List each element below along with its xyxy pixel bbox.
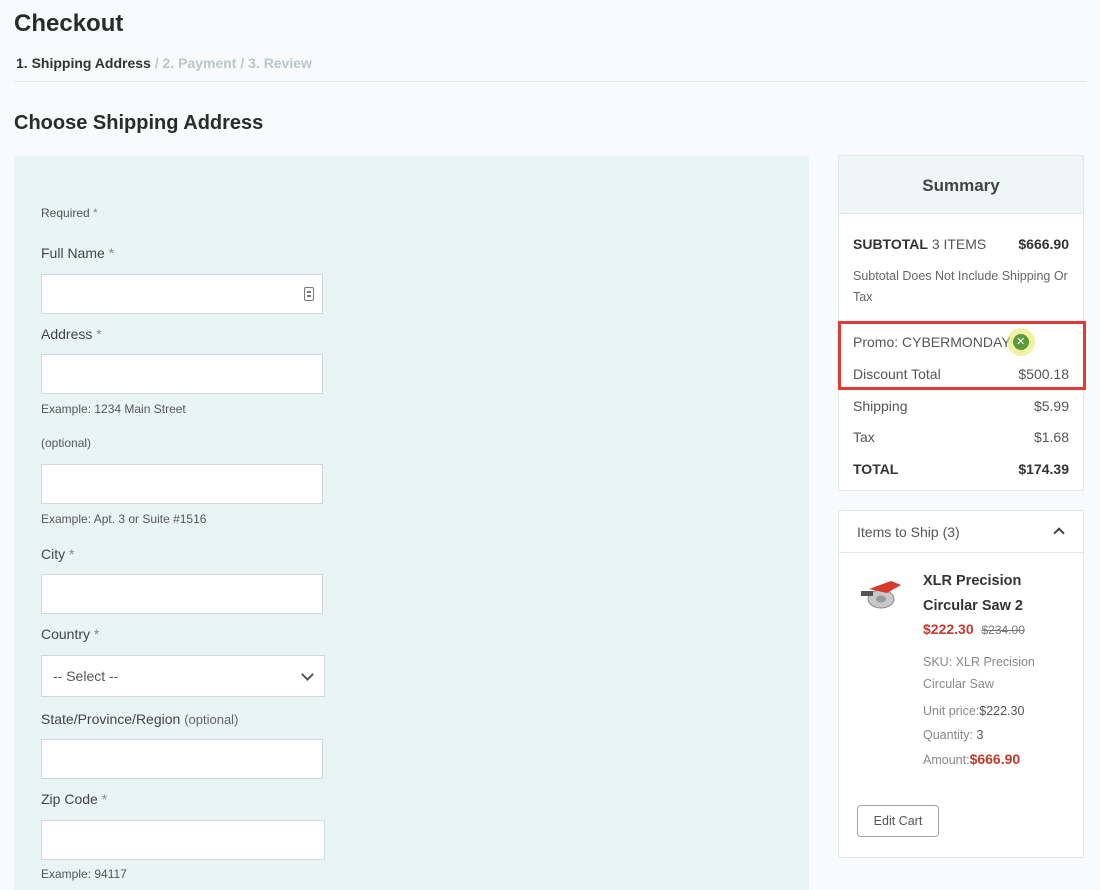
sale-price: $222.30	[923, 621, 974, 637]
page-title: Checkout	[14, 10, 124, 37]
zip-label: Zip Code *	[41, 791, 108, 807]
items-header[interactable]: Items to Ship (3)	[839, 511, 1083, 553]
tax-label: Tax	[853, 429, 875, 445]
total-row: TOTAL $174.39	[853, 461, 1069, 477]
total-value: $174.39	[1018, 461, 1069, 477]
shipping-form: Required * Full Name * Address * Example…	[14, 156, 809, 890]
items-to-ship: Items to Ship (3) XLR Precision Circular…	[838, 510, 1084, 858]
subtotal-label: SUBTOTAL	[853, 236, 928, 252]
subtotal-value: $666.90	[1018, 236, 1069, 252]
subtotal-note: Subtotal Does Not Include Shipping Or Ta…	[853, 269, 1068, 304]
shipping-label: Shipping	[853, 398, 908, 414]
subtotal-items: 3 ITEMS	[931, 236, 987, 252]
edit-cart-button[interactable]: Edit Cart	[857, 805, 939, 837]
unit-price: Unit price:$222.30	[923, 704, 1025, 718]
zip-hint: Example: 94117	[41, 867, 127, 881]
product-sku: SKU: XLR Precision Circular Saw	[923, 655, 1035, 691]
zip-input[interactable]	[41, 820, 325, 860]
summary-title: Summary	[839, 156, 1083, 214]
full-name-input[interactable]	[41, 274, 323, 314]
address2-label: (optional)	[41, 436, 92, 450]
amount: Amount:$666.90	[923, 751, 1021, 767]
required-note: Required *	[41, 206, 98, 220]
step-separator: /	[154, 55, 159, 71]
chevron-up-icon[interactable]	[1053, 527, 1065, 539]
city-input[interactable]	[41, 574, 323, 614]
step-review[interactable]: 3. Review	[248, 55, 312, 71]
country-select[interactable]: -- Select --	[41, 655, 325, 697]
step-payment[interactable]: 2. Payment	[163, 55, 237, 71]
state-input[interactable]	[41, 739, 323, 779]
contact-card-icon[interactable]	[304, 287, 314, 301]
items-header-label: Items to Ship (3)	[857, 524, 960, 540]
quantity: Quantity: 3	[923, 728, 984, 742]
header-divider	[14, 81, 1086, 82]
product-price: $222.30 $234.00	[923, 621, 1025, 637]
full-name-label: Full Name *	[41, 245, 115, 261]
tax-row: Tax $1.68	[853, 429, 1069, 445]
shipping-value: $5.99	[1033, 398, 1069, 414]
original-price: $234.00	[981, 623, 1025, 637]
step-separator: /	[240, 55, 245, 71]
checkout-steps: 1. Shipping Address / 2. Payment / 3. Re…	[16, 55, 312, 71]
promo-highlight-box	[838, 321, 1086, 390]
section-title: Choose Shipping Address	[14, 112, 264, 134]
country-label: Country *	[41, 626, 100, 642]
state-label: State/Province/Region (optional)	[41, 711, 239, 727]
address-input[interactable]	[41, 354, 323, 394]
address2-hint: Example: Apt. 3 or Suite #1516	[41, 512, 207, 526]
step-shipping-address[interactable]: 1. Shipping Address	[16, 55, 151, 71]
address-hint: Example: 1234 Main Street	[41, 402, 186, 416]
chevron-down-icon	[301, 668, 314, 681]
total-label: TOTAL	[853, 461, 899, 477]
address-label: Address *	[41, 326, 102, 342]
country-selected-value: -- Select --	[53, 668, 119, 684]
product-thumbnail	[861, 581, 901, 609]
shipping-row: Shipping $5.99	[853, 398, 1069, 414]
subtotal-row: SUBTOTAL 3 ITEMS $666.90	[853, 236, 1069, 252]
tax-value: $1.68	[1033, 429, 1069, 445]
city-label: City *	[41, 546, 75, 562]
address2-input[interactable]	[41, 464, 323, 504]
product-name[interactable]: XLR Precision Circular Saw 2	[923, 569, 1063, 619]
